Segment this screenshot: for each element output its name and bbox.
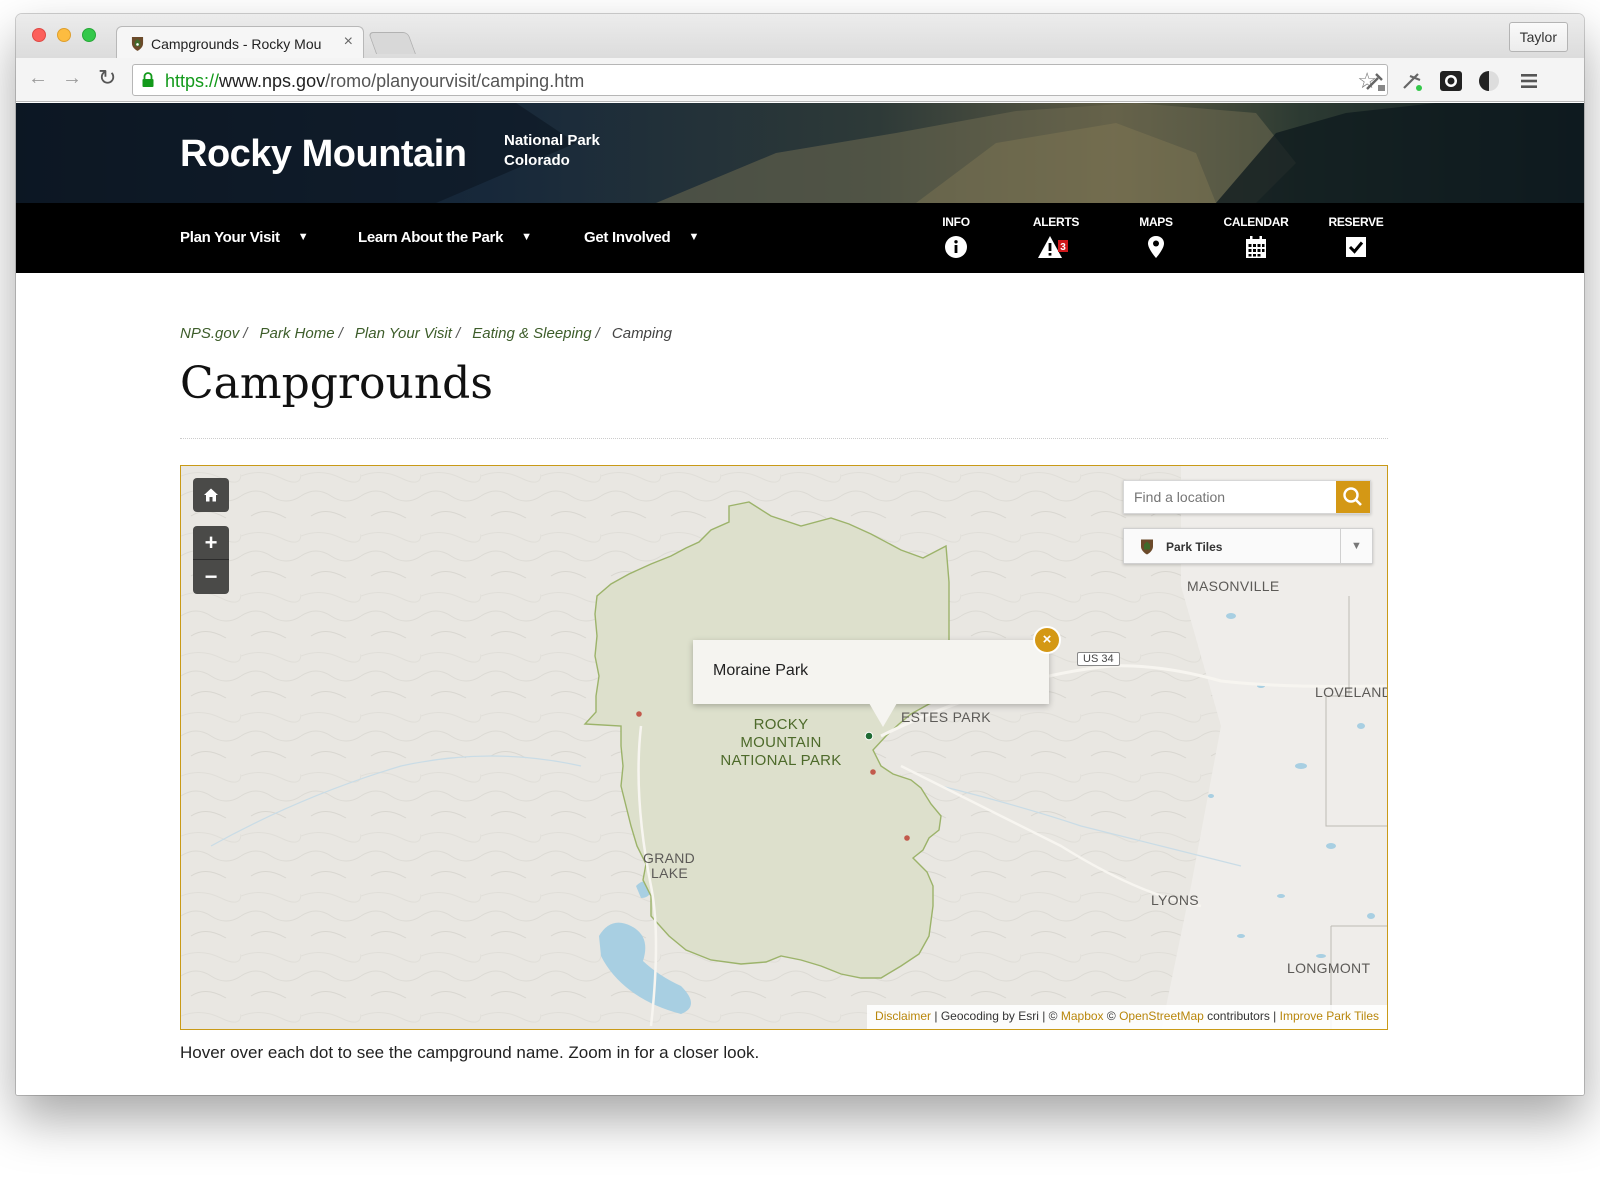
campground-popup: Moraine Park: [693, 640, 1049, 727]
map-search: [1123, 480, 1371, 514]
page-content: Rocky Mountain National Park Colorado Pl…: [16, 103, 1584, 1095]
campground-dot: [636, 711, 642, 717]
layer-selected-label: Park Tiles: [1166, 540, 1223, 554]
nps-arrowhead-icon: [1141, 539, 1153, 555]
location-search-input[interactable]: [1124, 481, 1338, 513]
tab-close-icon[interactable]: ×: [344, 33, 353, 51]
util-info[interactable]: INFO: [916, 215, 996, 259]
park-designation: National Park Colorado: [504, 131, 600, 171]
search-icon: [1343, 487, 1362, 506]
breadcrumb-link-park-home[interactable]: Park Home: [260, 325, 335, 342]
page-title: Campgrounds: [180, 358, 493, 409]
map-pin-icon: [1148, 236, 1164, 258]
nav-plan-your-visit[interactable]: Plan Your Visit ▼: [180, 229, 309, 246]
nps-arrowhead-icon: [131, 37, 144, 51]
new-tab-button[interactable]: [367, 32, 417, 54]
title-divider: [180, 438, 1388, 439]
place-label: ESTES PARK: [901, 709, 991, 725]
place-label: LONGMONT: [1287, 960, 1371, 976]
zoom-out-button[interactable]: −: [193, 560, 229, 594]
mapbox-link[interactable]: Mapbox: [1061, 1009, 1104, 1023]
road-shield: US 34: [1077, 652, 1120, 666]
campground-dot: [904, 835, 910, 841]
browser-toolbar: ← → ↻ https://www.nps.gov/romo/planyourv…: [16, 58, 1584, 102]
util-maps[interactable]: MAPS: [1116, 215, 1196, 259]
info-icon: [945, 236, 967, 258]
breadcrumb-link-eating-sleeping[interactable]: Eating & Sleeping: [472, 325, 591, 342]
basemap-layer-select[interactable]: Park Tiles ▼: [1123, 528, 1373, 564]
map-home-button[interactable]: [193, 478, 229, 512]
checkbox-icon: [1346, 237, 1366, 257]
nav-learn-about-the-park[interactable]: Learn About the Park ▼: [358, 229, 532, 246]
breadcrumb: NPS.gov / Park Home / Plan Your Visit / Eat…: [180, 325, 672, 342]
back-arrow-icon[interactable]: ←: [28, 68, 48, 88]
search-button[interactable]: [1336, 481, 1370, 513]
menu-hamburger-icon[interactable]: [1516, 68, 1542, 94]
chevron-down-icon: ▼: [297, 231, 309, 243]
browser-tab-active[interactable]: Campgrounds - Rocky Mou ×: [116, 26, 364, 58]
park-map-label: ROCKY MOUNTAIN NATIONAL PARK: [720, 716, 842, 769]
eyedropper-extension-icon[interactable]: [1362, 68, 1388, 94]
campground-dot: [870, 769, 876, 775]
chevron-down-icon: ▼: [688, 231, 700, 243]
minimize-window-button[interactable]: [57, 28, 71, 42]
util-calendar[interactable]: CALENDAR: [1216, 215, 1296, 259]
forward-arrow-icon[interactable]: →: [62, 68, 82, 88]
popup-close-button[interactable]: ×: [1033, 626, 1061, 654]
calendar-icon: [1246, 236, 1266, 258]
map-caption: Hover over each dot to see the campgroun…: [180, 1043, 760, 1062]
park-type: National Park: [504, 132, 600, 149]
disclaimer-link[interactable]: Disclaimer: [875, 1009, 931, 1023]
lock-icon: [142, 72, 154, 87]
zoom-in-button[interactable]: +: [193, 526, 229, 560]
nav-get-involved[interactable]: Get Involved ▼: [584, 229, 699, 246]
util-reserve[interactable]: RESERVE: [1316, 215, 1396, 259]
chevron-down-icon[interactable]: ▼: [1340, 529, 1372, 563]
browser-window: Campgrounds - Rocky Mou × Taylor ← → ↻ h…: [16, 14, 1584, 1095]
reload-icon[interactable]: ↻: [98, 67, 116, 89]
close-window-button[interactable]: [32, 28, 46, 42]
openstreetmap-link[interactable]: OpenStreetMap: [1119, 1009, 1204, 1023]
maximize-window-button[interactable]: [82, 28, 96, 42]
url-text: https://www.nps.gov/romo/planyourvisit/c…: [165, 71, 585, 91]
park-name[interactable]: Rocky Mountain: [180, 133, 467, 176]
profile-button[interactable]: Taylor: [1508, 22, 1568, 52]
popup-title: Moraine Park: [713, 662, 809, 679]
header-banner: Rocky Mountain National Park Colorado: [16, 103, 1584, 203]
map-attribution: Disclaimer | Geocoding by Esri | © Mapbo…: [867, 1005, 1387, 1029]
chevron-down-icon: ▼: [521, 231, 532, 243]
campground-dot-selected: [864, 731, 874, 741]
place-label: MASONVILLE: [1187, 578, 1280, 594]
tab-title: Campgrounds - Rocky Mou: [151, 36, 322, 52]
contrast-extension-icon[interactable]: [1476, 68, 1502, 94]
popup-tail: [869, 703, 897, 727]
util-alerts[interactable]: ALERTS 3: [1016, 215, 1096, 259]
improve-park-tiles-link[interactable]: Improve Park Tiles: [1280, 1009, 1379, 1023]
address-bar[interactable]: https://www.nps.gov/romo/planyourvisit/c…: [132, 64, 1388, 96]
breadcrumb-link-nps[interactable]: NPS.gov: [180, 325, 239, 342]
home-icon: [204, 488, 218, 502]
main-navbar: Plan Your Visit ▼ Learn About the Park ▼ G…: [16, 203, 1584, 273]
alerts-count: 3: [1060, 242, 1066, 253]
breadcrumb-link-plan-your-visit[interactable]: Plan Your Visit: [355, 325, 452, 342]
place-label: LOVELAND: [1315, 684, 1388, 700]
place-label: GRAND LAKE: [643, 850, 696, 881]
tab-strip: Campgrounds - Rocky Mou × Taylor: [16, 14, 1584, 58]
park-state: Colorado: [504, 152, 570, 169]
tools-extension-icon[interactable]: [1400, 68, 1426, 94]
camera-extension-icon[interactable]: [1438, 68, 1464, 94]
breadcrumb-current: Camping: [611, 325, 672, 342]
campground-map[interactable]: + − Park Tiles ▼ MA: [180, 465, 1388, 1030]
alert-triangle-icon: 3: [1038, 236, 1068, 258]
place-label: LYONS: [1151, 892, 1199, 908]
